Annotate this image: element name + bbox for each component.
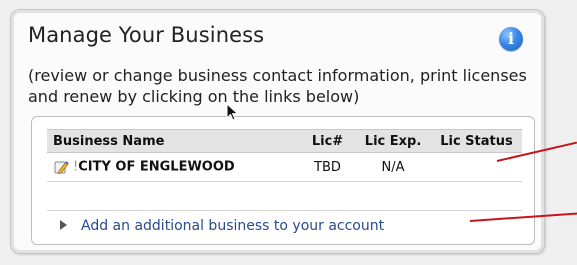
business-name[interactable]: CITY OF ENGLEWOOD (78, 160, 234, 175)
panel-description: (review or change business contact infor… (28, 66, 527, 106)
business-table: Business Name Lic# Lic Exp. Lic Status !… (47, 129, 522, 211)
panel-title: Manage Your Business (28, 23, 265, 47)
add-business-label[interactable]: Add an additional business to your accou… (81, 218, 384, 234)
business-name-cell[interactable]: !CITY OF ENGLEWOOD (47, 152, 300, 182)
column-header-lic-number: Lic# (299, 129, 356, 153)
table-row[interactable]: !CITY OF ENGLEWOOD TBD N/A (47, 152, 522, 182)
screen: Manage Your Business i (review or change… (0, 0, 577, 265)
expand-triangle-icon[interactable] (60, 220, 67, 230)
lic-exp-cell: N/A (355, 152, 431, 182)
table-empty-row (47, 181, 522, 211)
column-header-lic-exp: Lic Exp. (355, 129, 431, 153)
column-header-lic-status: Lic Status (430, 129, 522, 153)
edit-pencil-icon[interactable] (53, 159, 69, 175)
table-header-row: Business Name Lic# Lic Exp. Lic Status (47, 129, 522, 153)
lic-number-cell: TBD (299, 152, 356, 182)
add-business-link[interactable]: Add an additional business to your accou… (60, 218, 384, 234)
column-header-business-name: Business Name (47, 129, 300, 153)
business-list-box: Business Name Lic# Lic Exp. Lic Status !… (31, 116, 535, 245)
info-icon[interactable]: i (499, 27, 523, 51)
manage-business-panel: Manage Your Business i (review or change… (10, 9, 545, 254)
mouse-pointer-icon (226, 103, 239, 121)
